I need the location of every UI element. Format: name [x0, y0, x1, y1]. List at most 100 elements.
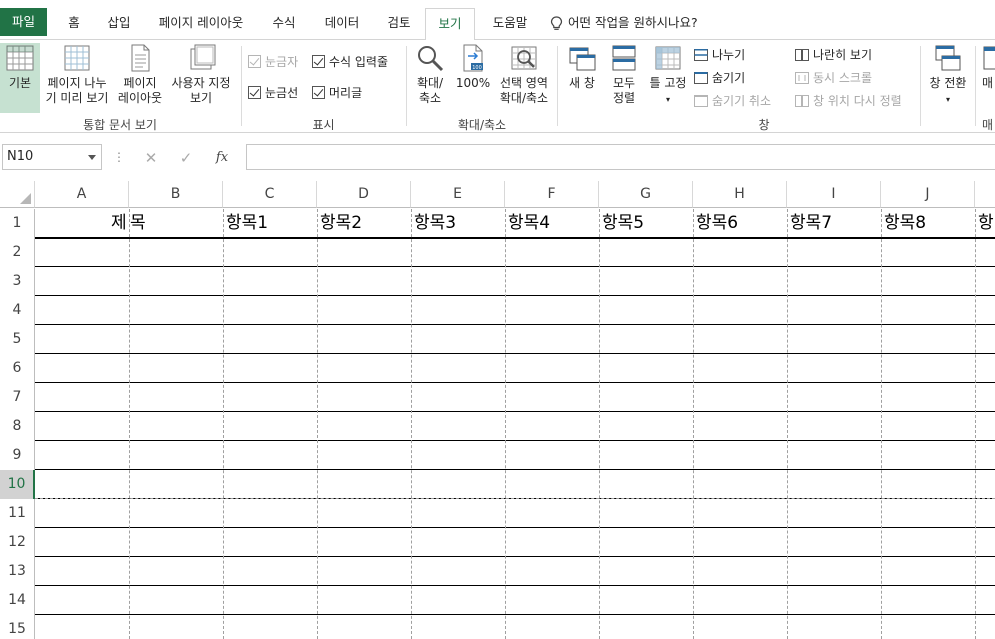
macros-button[interactable]: 매: [980, 43, 995, 113]
row-header-11[interactable]: 11: [0, 499, 35, 528]
zoom-selection-label-1: 선택 영역: [500, 76, 548, 90]
zoom-100-button[interactable]: 100 100%: [454, 43, 492, 113]
page-layout-view-button[interactable]: 페이지 레이아웃: [114, 43, 166, 113]
column-header-c[interactable]: C: [223, 181, 317, 208]
zoom-button[interactable]: 확대/ 축소: [410, 43, 450, 113]
row-header-8[interactable]: 8: [0, 412, 35, 441]
column-header-a[interactable]: A: [35, 181, 129, 208]
switch-windows-button[interactable]: 창 전환 ▾: [924, 43, 972, 113]
ruler-label: 눈금자: [265, 55, 299, 69]
column-header-j[interactable]: J: [881, 181, 975, 208]
chevron-down-icon: [88, 155, 96, 160]
cancel-icon[interactable]: ✕: [141, 149, 161, 167]
freeze-panes-button[interactable]: 틀 고정 ▾: [646, 43, 690, 113]
cell-row1-item[interactable]: 항목3: [414, 209, 456, 238]
formula-bar: N10 ⋮ ✕ ✓ fx: [0, 133, 995, 181]
tab-formulas[interactable]: 수식: [262, 8, 306, 40]
row-border-line: [35, 556, 995, 557]
column-header-b[interactable]: B: [129, 181, 223, 208]
column-header-g[interactable]: G: [599, 181, 693, 208]
insert-function-icon[interactable]: fx: [212, 149, 232, 167]
unhide-window-button[interactable]: 숨기기 취소: [694, 94, 771, 108]
tab-help[interactable]: 도움말: [480, 8, 540, 40]
split-button[interactable]: 나누기: [694, 48, 745, 62]
column-header-h[interactable]: H: [693, 181, 787, 208]
arrange-all-icon: [612, 45, 636, 71]
custom-views-button[interactable]: 사용자 지정 보기: [166, 43, 236, 113]
ribbon-tab-bar: 파일 홈 삽입 페이지 레이아웃 수식 데이터 검토 보기 도움말 어떤 작업을…: [0, 0, 995, 41]
column-dashed-line: [505, 209, 506, 639]
more-options-icon[interactable]: ⋮: [113, 150, 125, 164]
row-header-12[interactable]: 12: [0, 528, 35, 557]
tab-insert[interactable]: 삽입: [96, 8, 142, 40]
column-header-i[interactable]: I: [787, 181, 881, 208]
arrange-all-label-1: 모두: [612, 76, 636, 90]
row-header-10[interactable]: 10: [0, 470, 35, 499]
column-dashed-line: [881, 209, 882, 639]
hide-window-button[interactable]: 숨기기: [694, 71, 745, 85]
zoom-label-1: 확대/: [416, 76, 444, 90]
gridlines-checkbox[interactable]: 눈금선: [248, 86, 298, 100]
tab-data[interactable]: 데이터: [314, 8, 370, 40]
normal-view-button[interactable]: 기본: [0, 43, 40, 113]
cell-row1-item[interactable]: 항목1: [226, 209, 268, 238]
cell-row1-item[interactable]: 항목8: [884, 209, 926, 238]
cell-row1-item[interactable]: 항목6: [696, 209, 738, 238]
column-header-d[interactable]: D: [317, 181, 411, 208]
row-header-14[interactable]: 14: [0, 586, 35, 615]
column-header-f[interactable]: F: [505, 181, 599, 208]
formula-bar-checkbox[interactable]: 수식 입력줄: [312, 55, 388, 69]
cell-row1-item[interactable]: 항목7: [790, 209, 832, 238]
row-header-7[interactable]: 7: [0, 383, 35, 412]
row-border-line: [35, 266, 995, 267]
row-header-9[interactable]: 9: [0, 441, 35, 470]
tab-review[interactable]: 검토: [376, 8, 422, 40]
row-header-13[interactable]: 13: [0, 557, 35, 586]
tab-view[interactable]: 보기: [425, 8, 475, 41]
switch-windows-icon: [935, 45, 961, 71]
tell-me-search[interactable]: 어떤 작업을 원하시나요?: [548, 8, 698, 38]
zoom-selection-icon: [511, 46, 537, 70]
headings-checkbox[interactable]: 머리글: [312, 86, 362, 100]
page-break-preview-label-1: 페이지 나누: [47, 76, 107, 90]
page-layout-view-label-1: 페이지: [123, 76, 157, 90]
select-all-button[interactable]: [0, 181, 35, 208]
row-header-6[interactable]: 6: [0, 354, 35, 383]
worksheet-grid[interactable]: ABCDEFGHIJ 1 2 3 4 5 6 7 8 9 10 11 12 13 14 15 제 목 항목1…: [0, 181, 995, 639]
row-header-15[interactable]: 15: [0, 615, 35, 639]
hide-window-label: 숨기기: [712, 71, 746, 85]
row-header-4[interactable]: 4: [0, 296, 35, 325]
svg-text:100: 100: [472, 65, 482, 71]
view-side-by-side-button[interactable]: 나란히 보기: [795, 48, 872, 62]
synchronous-scrolling-button[interactable]: 동시 스크롤: [795, 71, 872, 85]
macros-group-label: 매: [981, 118, 994, 132]
cell-a1[interactable]: 제: [111, 209, 127, 238]
enter-icon[interactable]: ✓: [176, 149, 196, 167]
arrange-all-button[interactable]: 모두 정렬: [604, 43, 644, 113]
cell-row1-item[interactable]: 항목5: [602, 209, 644, 238]
row-header-2[interactable]: 2: [0, 238, 35, 267]
tab-page-layout[interactable]: 페이지 레이아웃: [148, 8, 254, 40]
side-by-side-icon: [795, 49, 809, 61]
cell-b1[interactable]: 목: [130, 209, 146, 238]
row-header-1[interactable]: 1: [0, 209, 35, 238]
formula-input[interactable]: [246, 144, 995, 170]
cell-row1-item[interactable]: 항목4: [508, 209, 550, 238]
column-header-k[interactable]: [975, 181, 995, 208]
column-header-e[interactable]: E: [411, 181, 505, 208]
tab-home[interactable]: 홈: [56, 8, 92, 40]
cell-row1-item[interactable]: 항: [978, 209, 994, 238]
tab-file[interactable]: 파일: [0, 8, 47, 36]
checkbox-checked-icon: [312, 86, 325, 99]
name-box[interactable]: N10: [2, 144, 102, 170]
new-window-button[interactable]: 새 창: [562, 43, 602, 113]
row-header-5[interactable]: 5: [0, 325, 35, 354]
reset-window-position-button[interactable]: 창 위치 다시 정렬: [795, 94, 902, 108]
row-header-3[interactable]: 3: [0, 267, 35, 296]
ruler-checkbox[interactable]: 눈금자: [248, 55, 298, 69]
cell-row1-item[interactable]: 항목2: [320, 209, 362, 238]
zoom-to-selection-button[interactable]: 선택 영역 확대/축소: [494, 43, 554, 113]
page-break-preview-button[interactable]: 페이지 나누 기 미리 보기: [42, 43, 112, 113]
new-window-icon: [569, 47, 596, 71]
headings-label: 머리글: [329, 86, 363, 100]
